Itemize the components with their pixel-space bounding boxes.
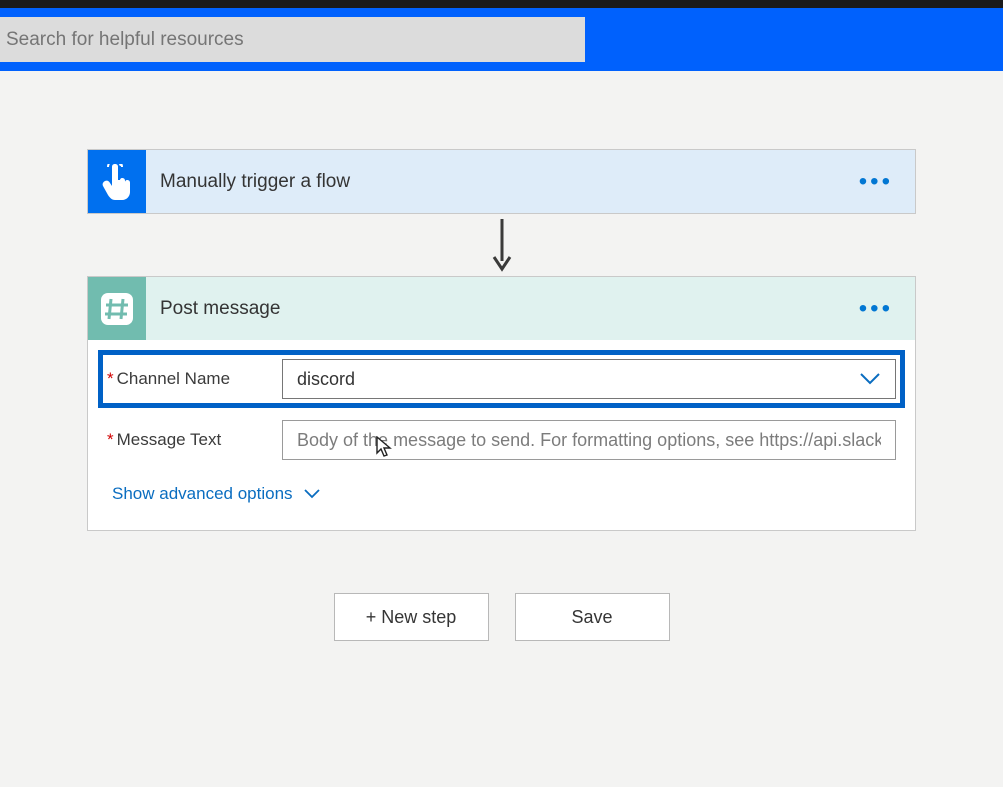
- message-text-row: * Message Text: [98, 416, 905, 464]
- message-text-input[interactable]: [282, 420, 896, 460]
- channel-name-value: discord: [297, 369, 355, 390]
- flow-canvas: Manually trigger a flow ••• Post message…: [0, 71, 1003, 641]
- slack-hash-icon: [88, 277, 146, 340]
- channel-name-label-text: Channel Name: [117, 369, 230, 389]
- search-input[interactable]: [0, 17, 585, 62]
- show-advanced-options-link[interactable]: Show advanced options: [98, 472, 321, 512]
- header-bar: [0, 8, 1003, 71]
- message-text-label: * Message Text: [107, 430, 282, 450]
- trigger-card[interactable]: Manually trigger a flow •••: [87, 149, 916, 214]
- action-more-menu[interactable]: •••: [859, 295, 915, 323]
- manual-trigger-icon: [88, 150, 146, 213]
- action-title: Post message: [146, 298, 859, 320]
- trigger-title: Manually trigger a flow: [146, 171, 859, 193]
- required-star-icon: *: [107, 369, 114, 389]
- bottom-button-row: + New step Save: [334, 593, 670, 641]
- message-text-label-text: Message Text: [117, 430, 222, 450]
- trigger-more-menu[interactable]: •••: [859, 168, 915, 196]
- new-step-button[interactable]: + New step: [334, 593, 489, 641]
- action-body: * Channel Name discord * Message Text: [88, 340, 915, 530]
- channel-name-label: * Channel Name: [107, 369, 282, 389]
- save-button[interactable]: Save: [515, 593, 670, 641]
- chevron-down-icon: [859, 372, 881, 386]
- advanced-options-label: Show advanced options: [112, 484, 293, 504]
- top-bar: [0, 0, 1003, 8]
- trigger-card-header: Manually trigger a flow •••: [88, 150, 915, 213]
- required-star-icon: *: [107, 430, 114, 450]
- channel-name-select[interactable]: discord: [282, 359, 896, 399]
- channel-name-row: * Channel Name discord: [98, 350, 905, 408]
- connector-arrow: [490, 214, 514, 276]
- action-card: Post message ••• * Channel Name discord: [87, 276, 916, 531]
- chevron-down-icon: [303, 488, 321, 500]
- action-card-header[interactable]: Post message •••: [88, 277, 915, 340]
